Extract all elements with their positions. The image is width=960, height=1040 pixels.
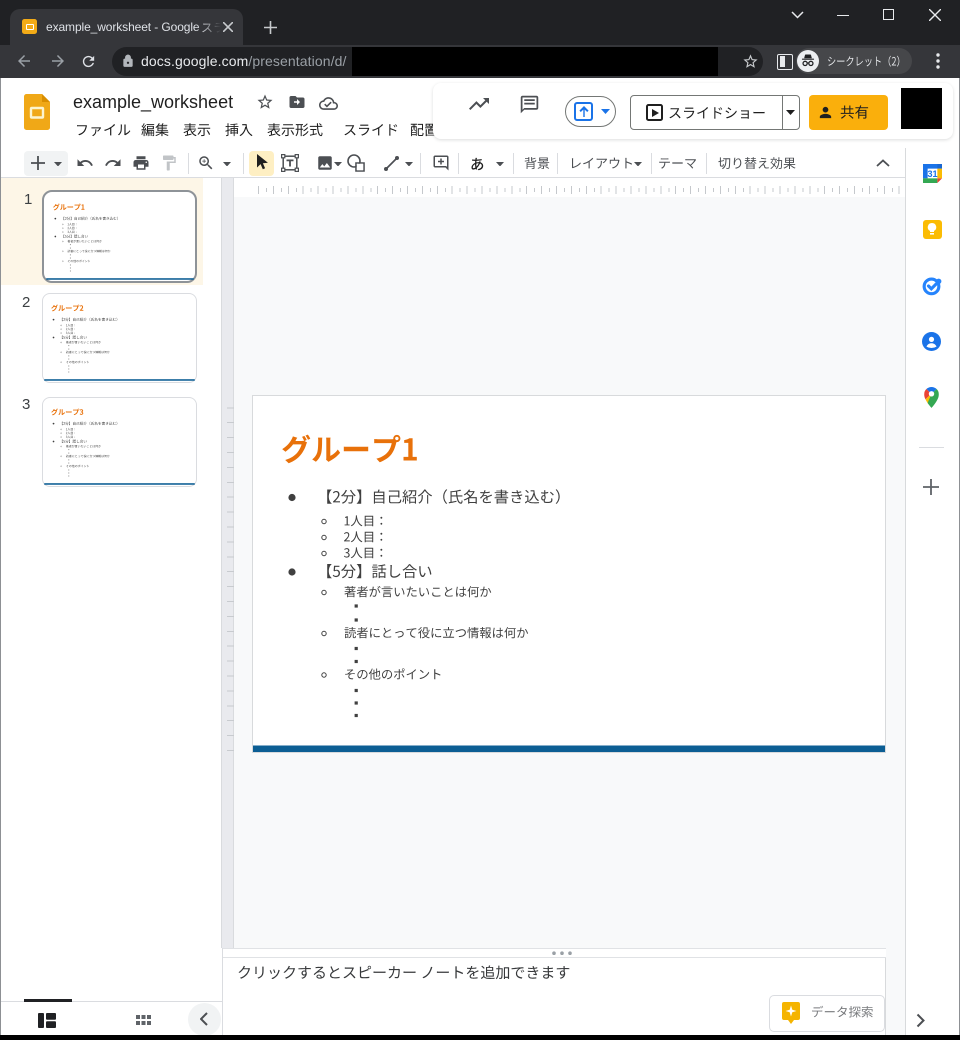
svg-text:31: 31 [927, 168, 937, 178]
